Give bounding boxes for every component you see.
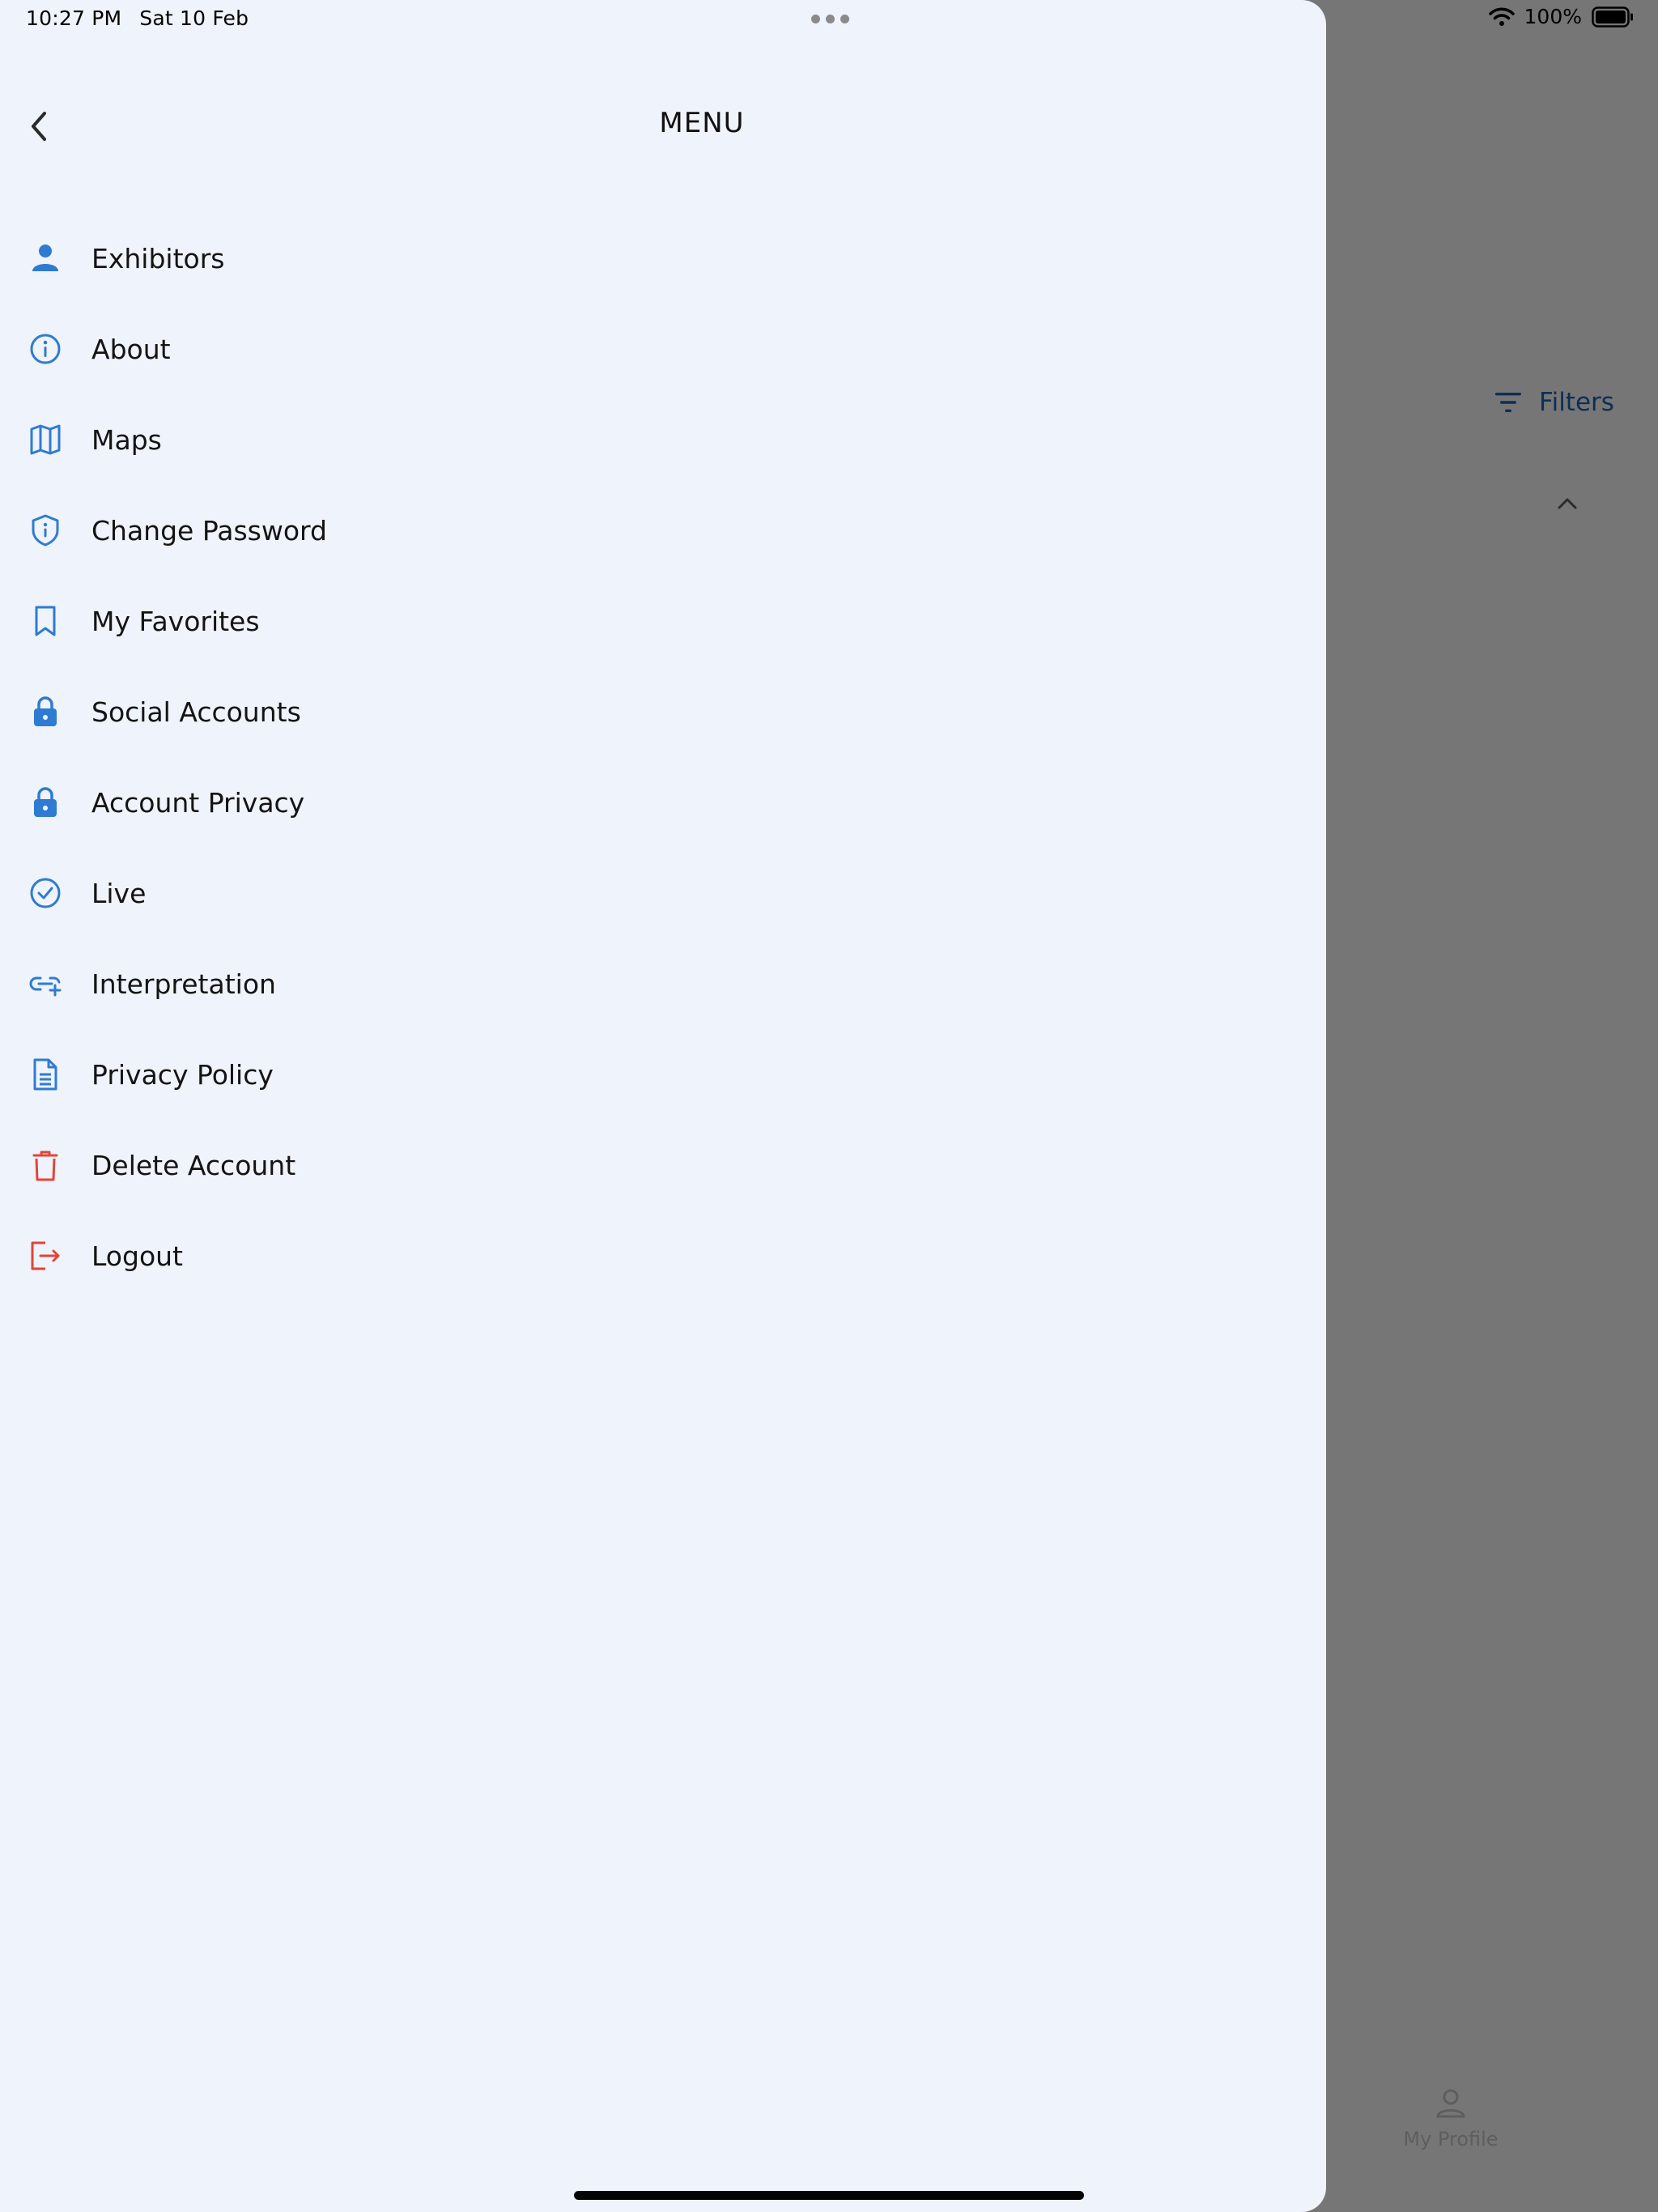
person-icon: [28, 240, 63, 276]
filter-icon: [1495, 393, 1521, 412]
menu-item-label: About: [91, 333, 171, 365]
menu-item-label: Exhibitors: [91, 242, 225, 274]
status-bar-left: 10:27 PM Sat 10 Feb: [26, 6, 249, 30]
check-circle-icon: [28, 875, 63, 911]
battery-percentage: 100%: [1524, 5, 1582, 28]
filters-label: Filters: [1539, 388, 1614, 417]
tab-label: My Profile: [1403, 2128, 1499, 2150]
info-circle-icon: [28, 331, 63, 367]
bookmark-icon: [28, 603, 63, 639]
menu-item-maps[interactable]: Maps: [0, 394, 1326, 485]
menu-item-change-password[interactable]: Change Password: [0, 485, 1326, 576]
multitasking-dots-icon[interactable]: [811, 15, 849, 23]
trash-icon: [28, 1147, 63, 1183]
menu-item-label: Change Password: [91, 514, 327, 547]
menu-drawer: 10:27 PM Sat 10 Feb MENU Exhibitors About…: [0, 0, 1326, 2212]
menu-item-label: Account Privacy: [91, 786, 305, 819]
lock-icon: [28, 694, 63, 730]
page-title: MENU: [659, 107, 745, 139]
status-date: Sat 10 Feb: [139, 6, 249, 30]
document-icon: [28, 1057, 63, 1092]
menu-item-label: Interpretation: [91, 968, 276, 1000]
menu-item-label: Live: [91, 877, 147, 909]
logout-icon: [28, 1238, 63, 1274]
profile-icon: [1436, 2089, 1465, 2118]
menu-item-interpretation[interactable]: Interpretation: [0, 938, 1326, 1029]
tab-my-profile[interactable]: My Profile: [1386, 2086, 1516, 2167]
status-time: 10:27 PM: [26, 6, 122, 30]
menu-item-live[interactable]: Live: [0, 848, 1326, 938]
map-icon: [28, 422, 63, 457]
menu-item-label: Logout: [91, 1240, 183, 1272]
link-add-icon: [28, 966, 63, 1002]
menu-item-label: My Favorites: [91, 605, 260, 637]
menu-item-label: Maps: [91, 423, 162, 456]
wifi-icon: [1488, 7, 1515, 26]
menu-list: Exhibitors About Maps Change Password My: [0, 213, 1326, 1301]
menu-item-account-privacy[interactable]: Account Privacy: [0, 757, 1326, 848]
menu-item-exhibitors[interactable]: Exhibitors: [0, 213, 1326, 304]
menu-item-about[interactable]: About: [0, 304, 1326, 394]
menu-item-label: Social Accounts: [91, 696, 301, 728]
chevron-up-icon[interactable]: [1553, 489, 1582, 518]
battery-icon: [1592, 6, 1633, 28]
filters-button[interactable]: Filters: [1492, 382, 1614, 423]
shield-info-icon: [28, 513, 63, 548]
lock-icon: [28, 785, 63, 820]
menu-item-label: Privacy Policy: [91, 1058, 274, 1091]
menu-item-logout[interactable]: Logout: [0, 1210, 1326, 1301]
menu-item-my-favorites[interactable]: My Favorites: [0, 576, 1326, 666]
menu-item-privacy-policy[interactable]: Privacy Policy: [0, 1029, 1326, 1120]
home-indicator[interactable]: [574, 2191, 1084, 2200]
status-bar-right: 100%: [1488, 5, 1634, 28]
menu-item-social-accounts[interactable]: Social Accounts: [0, 666, 1326, 757]
menu-item-delete-account[interactable]: Delete Account: [0, 1120, 1326, 1210]
menu-item-label: Delete Account: [91, 1149, 296, 1181]
